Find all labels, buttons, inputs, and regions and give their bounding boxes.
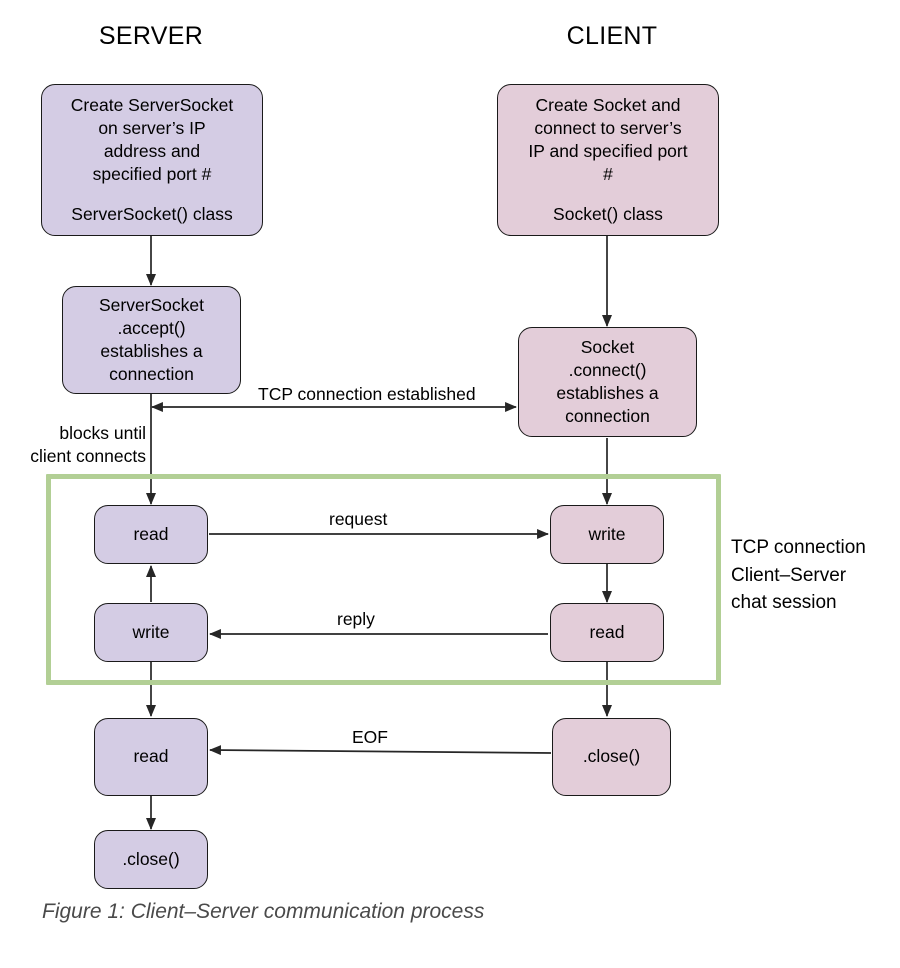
- node-line: Create Socket and: [535, 94, 681, 115]
- edge-label-tcp-established: TCP connection established: [258, 384, 476, 404]
- node-client-read-1[interactable]: read: [550, 603, 664, 662]
- node-line: specified port #: [92, 164, 212, 185]
- figure-caption: Figure 1: Client–Server communication pr…: [42, 900, 485, 923]
- node-line: ServerSocket: [98, 294, 205, 315]
- node-client-connect[interactable]: Socket .connect() establishes a connecti…: [518, 327, 697, 437]
- chat-session-note: TCP connection Client–Server chat sessio…: [731, 534, 866, 617]
- node-label: read: [589, 621, 625, 642]
- node-line: #: [603, 164, 613, 185]
- figure-root: SERVER CLIENT Create ServerSocket on ser…: [0, 0, 900, 968]
- node-line: IP and specified port: [528, 140, 688, 161]
- session-note-line: Client–Server: [731, 564, 847, 586]
- node-client-write-1[interactable]: write: [550, 505, 664, 564]
- node-line: connection: [109, 364, 194, 385]
- column-title-server: SERVER: [98, 22, 204, 50]
- node-label: .close(): [582, 746, 641, 767]
- session-note-line: chat session: [731, 592, 837, 614]
- node-server-close[interactable]: .close(): [94, 830, 208, 889]
- node-line: establishes a: [556, 383, 659, 403]
- edge-label-reply: reply: [337, 609, 375, 629]
- node-line: .accept(): [117, 317, 186, 338]
- node-line: .connect(): [568, 359, 647, 380]
- edge-label-line: client connects: [30, 446, 146, 467]
- node-label: write: [132, 621, 170, 642]
- node-client-close[interactable]: .close(): [552, 718, 671, 796]
- edge-label-request: request: [329, 509, 388, 529]
- node-line: connection: [565, 406, 650, 427]
- session-note-line: TCP connection: [731, 537, 866, 558]
- node-server-write-1[interactable]: write: [94, 603, 208, 662]
- edge-label-line: blocks until: [59, 423, 146, 443]
- node-line: Create ServerSocket: [70, 94, 234, 115]
- node-line: Socket: [580, 336, 635, 357]
- edge-label-eof: EOF: [352, 727, 388, 747]
- node-label: .close(): [122, 848, 180, 869]
- node-subtitle: Socket() class: [553, 204, 663, 225]
- edge-label-blocks-until: blocks until client connects: [0, 422, 146, 468]
- node-server-create-serversocket[interactable]: Create ServerSocket on server’s IP addre…: [41, 84, 263, 236]
- node-server-read-2[interactable]: read: [94, 718, 208, 796]
- node-label: write: [588, 523, 626, 544]
- node-label: read: [133, 523, 169, 544]
- arrow-eof-client-close-to-server-read: [209, 745, 552, 756]
- node-line: connect to server’s: [534, 117, 682, 138]
- node-client-create-socket[interactable]: Create Socket and connect to server’s IP…: [497, 84, 719, 236]
- node-label: read: [133, 746, 169, 767]
- node-server-read-1[interactable]: read: [94, 505, 208, 564]
- column-title-client: CLIENT: [566, 22, 658, 50]
- node-line: address and: [103, 140, 201, 161]
- node-subtitle: ServerSocket() class: [71, 204, 233, 225]
- node-line: on server’s IP: [98, 117, 206, 138]
- node-line: establishes a: [100, 341, 203, 361]
- node-server-accept[interactable]: ServerSocket .accept() establishes a con…: [62, 286, 241, 394]
